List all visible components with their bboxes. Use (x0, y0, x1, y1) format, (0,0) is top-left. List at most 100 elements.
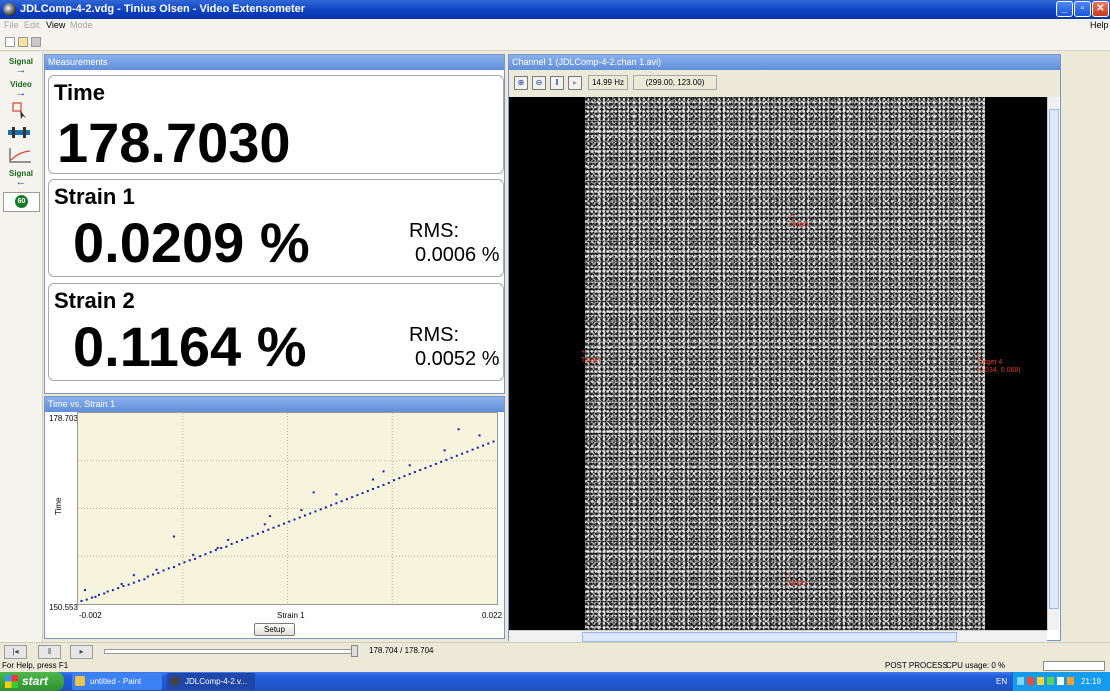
open-folder-icon[interactable] (18, 37, 28, 47)
data-point (377, 485, 380, 488)
window-title: JDLComp-4-2.vdg - Tinius Olsen - Video E… (20, 3, 306, 15)
strain1-value: 0.0209 % (73, 211, 310, 274)
strain1-label: Strain 1 (54, 184, 135, 209)
start-button[interactable]: start (0, 672, 64, 691)
data-point (324, 506, 327, 509)
data-point (122, 585, 125, 588)
data-point (429, 464, 432, 467)
data-point (392, 479, 395, 482)
horizontal-scroll-thumb[interactable] (582, 632, 957, 642)
data-point (335, 493, 338, 496)
menu-view[interactable]: View (46, 20, 65, 30)
data-point (366, 490, 369, 493)
target-marker-bottom[interactable]: + Target (787, 572, 806, 588)
data-point (345, 498, 348, 501)
select-target-icon[interactable] (7, 102, 33, 120)
chart-plot-area (77, 412, 498, 605)
graph-icon[interactable] (7, 146, 33, 164)
data-point (476, 446, 479, 449)
signal-output-button[interactable]: Signal ← (4, 169, 38, 189)
data-point (330, 504, 333, 507)
taskbar-item-paint[interactable]: untitled - Paint (72, 673, 162, 690)
data-point (227, 538, 230, 541)
x-axis-label: Strain 1 (277, 611, 305, 620)
status-mode-text: POST PROCESS (885, 661, 948, 670)
target-marker-right[interactable]: + Target 4 (0.034, 0.068) (977, 351, 1021, 375)
data-point (97, 593, 100, 596)
pause-icon[interactable]: ‖ (550, 76, 564, 90)
data-point (303, 514, 306, 517)
volume-icon[interactable] (1037, 677, 1044, 685)
clock: 21:19 (1081, 677, 1102, 686)
setup-button[interactable]: Setup (254, 623, 295, 636)
data-point (424, 466, 427, 469)
y-axis-label: Time (54, 497, 63, 515)
windows-logo-icon (5, 675, 18, 688)
data-point (387, 481, 390, 484)
playback-bar: |◂ ‖ ▸ 178.704 / 178.704 (0, 642, 1110, 660)
menu-help[interactable]: Help (1090, 20, 1109, 30)
playback-pause-icon[interactable]: ‖ (38, 645, 61, 659)
language-indicator[interactable]: EN (996, 677, 1007, 686)
device-icon[interactable] (1057, 677, 1064, 685)
menu-edit[interactable]: Edit (24, 20, 40, 30)
data-point (83, 589, 86, 592)
data-point (351, 496, 354, 499)
data-point (335, 502, 338, 505)
data-point (167, 567, 170, 570)
arrow-left-icon: ← (15, 176, 27, 188)
video-frame[interactable]: + Target + Target + Target 4 (0.034, 0.068) … (509, 97, 1047, 630)
update-icon[interactable] (1047, 677, 1054, 685)
menu-mode[interactable]: Mode (70, 20, 93, 30)
maximize-button[interactable]: ▫ (1074, 1, 1091, 17)
close-button[interactable]: ✕ (1092, 1, 1109, 17)
data-point (155, 568, 158, 571)
playback-play-icon[interactable]: ▸ (70, 645, 93, 659)
playback-slider-track[interactable] (104, 649, 358, 654)
video-horizontal-scrollbar[interactable] (509, 630, 1047, 642)
chart-panel-title: Time vs. Strain 1 (45, 397, 504, 412)
play-icon[interactable]: ▸ (568, 76, 582, 90)
data-point (127, 583, 130, 586)
data-point (455, 454, 458, 457)
data-point (251, 534, 254, 537)
video-input-button[interactable]: Video → (4, 80, 38, 100)
skip-start-icon[interactable]: |◂ (4, 645, 27, 659)
data-point (298, 516, 301, 519)
target-marker-left[interactable]: + Target (581, 349, 600, 365)
data-point (132, 581, 135, 584)
measurements-panel-title: Measurements (45, 55, 504, 70)
minimize-button[interactable]: _ (1056, 1, 1073, 17)
vertical-scroll-thumb[interactable] (1049, 109, 1059, 609)
taskbar-item-extensometer[interactable]: JDLComp-4-2.v... (167, 673, 255, 690)
speckle-specimen-image (585, 97, 985, 630)
taskbar-item-extensometer-label: JDLComp-4-2.v... (185, 677, 248, 686)
scatter-plot (78, 413, 497, 604)
new-file-icon[interactable] (5, 37, 15, 47)
video-vertical-scrollbar[interactable] (1047, 97, 1059, 630)
extensometer-icon[interactable] (7, 124, 33, 142)
data-point (157, 572, 160, 575)
x-min-tick: -0.002 (79, 611, 102, 620)
playback-slider-handle[interactable] (351, 645, 358, 657)
zoom-in-icon[interactable]: ⊕ (514, 76, 528, 90)
data-point (209, 551, 212, 554)
strain1-display: Strain 1 0.0209 % RMS: 0.0006 % (48, 179, 504, 277)
zoom-out-icon[interactable]: ⊖ (532, 76, 546, 90)
time-display: Time 178.7030 (48, 75, 504, 174)
save-disk-icon[interactable] (31, 37, 41, 47)
target-marker-top[interactable]: + Target (789, 213, 808, 229)
network-icon[interactable] (1017, 677, 1024, 685)
data-point (408, 473, 411, 476)
x-max-tick: 0.022 (482, 611, 503, 620)
app-tray-icon[interactable] (1067, 677, 1074, 685)
menu-file[interactable]: File (4, 20, 19, 30)
data-point (230, 542, 233, 545)
data-point (487, 442, 490, 445)
rate-60-button[interactable]: 60 (3, 192, 40, 212)
security-icon[interactable] (1027, 677, 1034, 685)
video-toolbar: ⊕ ⊖ ‖ ▸ 14.99 Hz (299.00, 123.00) (509, 70, 1060, 97)
arrow-right-icon: → (15, 87, 27, 99)
signal-input-button[interactable]: Signal → (4, 57, 38, 77)
data-point (220, 547, 223, 550)
